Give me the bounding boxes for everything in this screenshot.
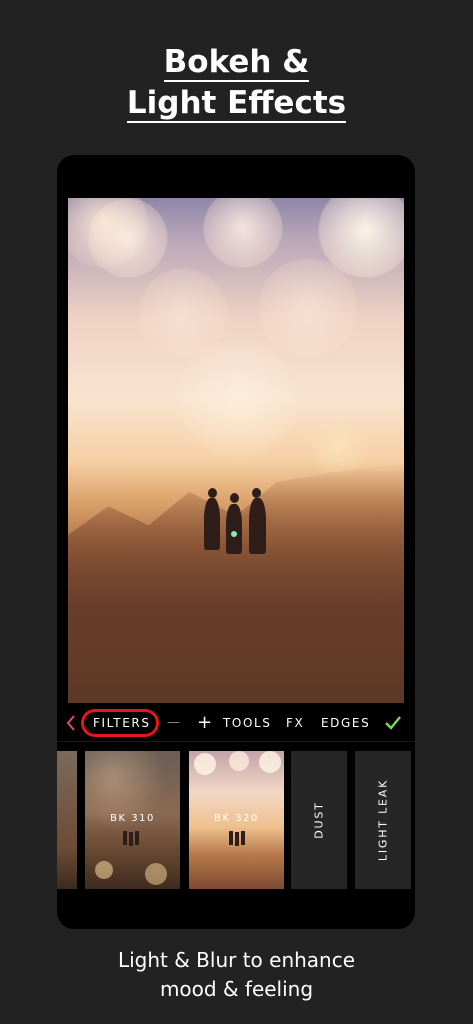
caption-line-1: Light & Blur to enhance <box>117 948 356 972</box>
confirm-button[interactable] <box>383 708 403 738</box>
caption-line-2: mood & feeling <box>159 977 314 1001</box>
plus-button[interactable]: + <box>197 708 214 738</box>
headline-line-1: Bokeh & <box>163 44 310 82</box>
minus-button[interactable]: — <box>167 708 182 738</box>
tab-tools[interactable]: TOOLS <box>223 708 272 738</box>
filter-thumb-partial[interactable] <box>57 751 77 889</box>
filter-label-dust: DUST <box>312 801 326 839</box>
headline: Bokeh & Light Effects <box>0 44 473 126</box>
tab-fx[interactable]: FX <box>286 708 304 738</box>
filter-label-bk320: BK 320 <box>214 813 259 824</box>
filter-thumb-dust[interactable]: DUST <box>291 751 347 889</box>
filter-label-bk310: BK 310 <box>110 813 155 824</box>
caption: Light & Blur to enhance mood & feeling <box>0 946 473 1004</box>
tab-filters[interactable]: FILTERS <box>93 708 151 738</box>
filter-thumb-bk310[interactable]: BK 310 <box>85 751 180 889</box>
headline-line-2: Light Effects <box>126 85 347 123</box>
filter-thumb-bk320[interactable]: BK 320 <box>189 751 284 889</box>
filter-label-light-leak: LIGHT LEAK <box>376 778 390 862</box>
filter-thumb-light-leak[interactable]: LIGHT LEAK <box>355 751 411 889</box>
editor-toolbar: FILTERS — + TOOLS FX EDGES <box>57 708 415 738</box>
photo-preview <box>68 198 404 703</box>
checkmark-icon <box>385 716 401 730</box>
back-button[interactable] <box>65 708 79 738</box>
tab-edges[interactable]: EDGES <box>321 708 370 738</box>
toolbar-divider <box>57 741 415 742</box>
chevron-left-icon <box>66 715 75 731</box>
phone-frame: FILTERS — + TOOLS FX EDGES BK 310 BK 320… <box>57 155 415 929</box>
